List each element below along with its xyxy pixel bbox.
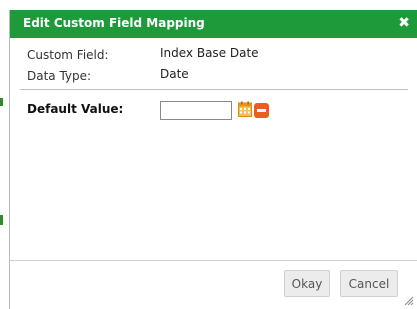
edit-custom-field-mapping-dialog: Edit Custom Field Mapping ✖ Custom Field… [9, 10, 417, 309]
close-icon[interactable]: ✖ [398, 15, 410, 31]
clear-value-icon[interactable] [254, 103, 269, 118]
dialog-title: Edit Custom Field Mapping [23, 16, 205, 30]
default-value-label: Default Value: [27, 102, 124, 116]
custom-field-label: Custom Field: [27, 48, 109, 62]
backdrop-left-edge [0, 98, 3, 106]
backdrop-left-edge [0, 215, 3, 225]
resize-grip-icon[interactable] [403, 295, 414, 306]
data-type-label: Data Type: [27, 69, 92, 83]
dialog-titlebar[interactable]: Edit Custom Field Mapping ✖ [10, 10, 417, 38]
data-type-value: Date [160, 67, 189, 81]
okay-button[interactable]: Okay [284, 270, 330, 297]
footer-divider [10, 260, 417, 261]
default-value-date-input[interactable] [160, 101, 232, 120]
section-divider [20, 89, 408, 90]
custom-field-value: Index Base Date [160, 46, 259, 60]
calendar-icon[interactable] [238, 101, 252, 117]
cancel-button[interactable]: Cancel [340, 270, 398, 297]
